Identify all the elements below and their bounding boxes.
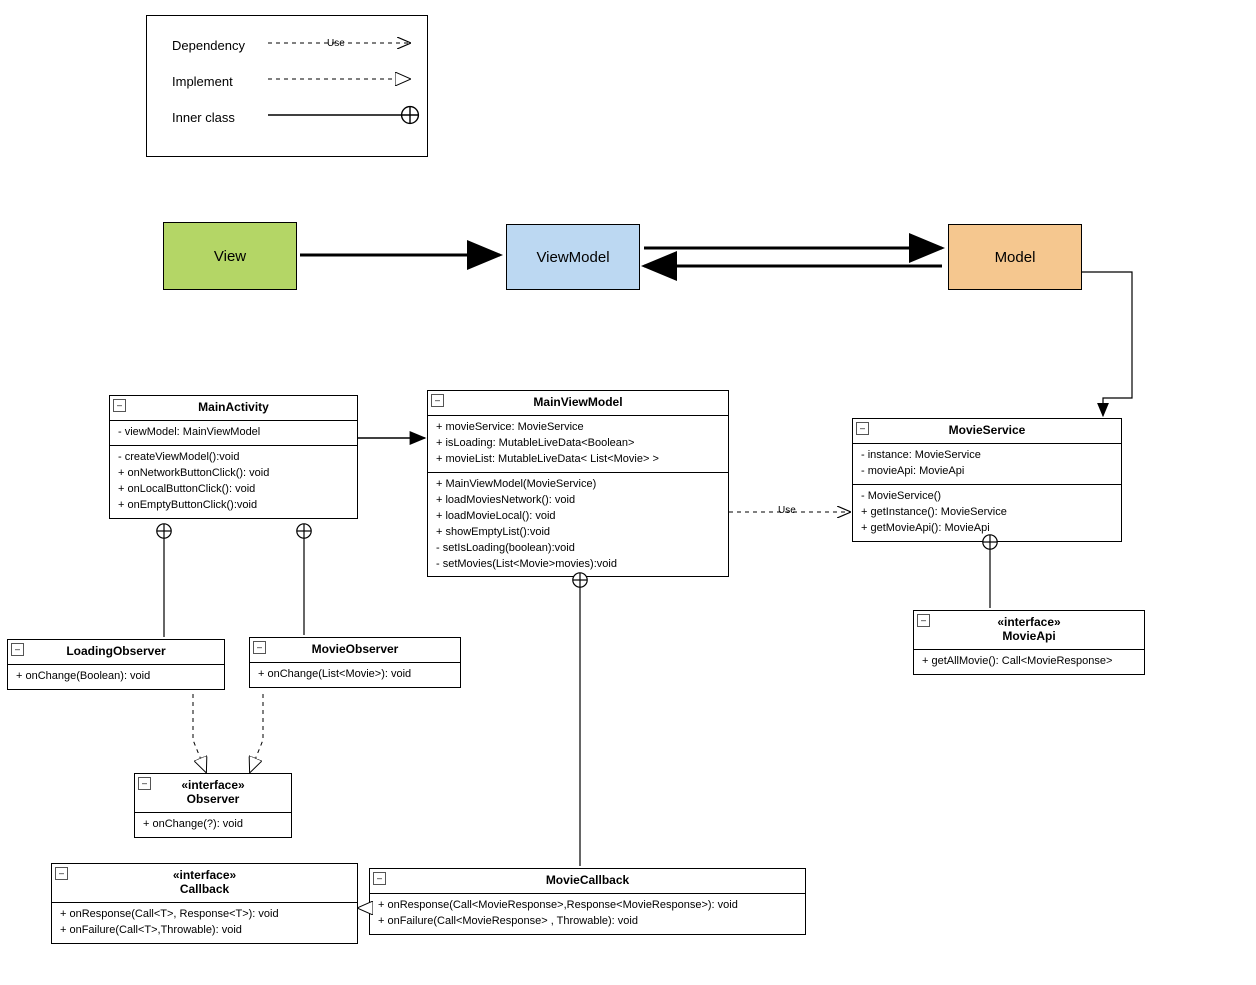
collapse-icon[interactable]: – (113, 399, 126, 412)
legend-implement-label: Implement (172, 74, 233, 89)
collapse-icon[interactable]: – (917, 614, 930, 627)
class-observer-ops: + onChange(?): void (135, 813, 291, 837)
class-movieapi-name: MovieApi (1002, 629, 1055, 643)
mvvm-viewmodel-label: ViewModel (536, 249, 609, 266)
class-movieapi-ops: + getAllMovie(): Call<MovieResponse> (914, 650, 1144, 674)
class-moviecallback-name: MovieCallback (546, 873, 629, 887)
class-mainviewmodel-name: MainViewModel (533, 395, 622, 409)
class-callback-stereo: «interface» (173, 868, 236, 882)
class-loadingobserver: – LoadingObserver + onChange(Boolean): v… (7, 639, 225, 690)
arrow-model-to-service (1082, 272, 1132, 416)
mvvm-view-box: View (163, 222, 297, 290)
mvvm-model-label: Model (995, 249, 1036, 266)
collapse-icon[interactable]: – (55, 867, 68, 880)
class-movieservice: – MovieService - instance: MovieService … (852, 418, 1122, 542)
legend-innerclass: Inner class (172, 110, 235, 125)
class-movieobserver-ops: + onChange(List<Movie>): void (250, 663, 460, 687)
collapse-icon[interactable]: – (138, 777, 151, 790)
class-moviecallback: – MovieCallback + onResponse(Call<MovieR… (369, 868, 806, 935)
class-callback-ops: + onResponse(Call<T>, Response<T>): void… (52, 903, 357, 943)
class-mainviewmodel: – MainViewModel + movieService: MovieSer… (427, 390, 729, 577)
class-mainactivity-name: MainActivity (198, 400, 269, 414)
impl-movie-observer (250, 694, 263, 772)
class-movieobserver-name: MovieObserver (312, 642, 399, 656)
class-mainviewmodel-attrs: + movieService: MovieService + isLoading… (428, 416, 728, 473)
mvvm-model-box: Model (948, 224, 1082, 290)
use-label-vm-service: Use (776, 505, 798, 516)
class-mainactivity: – MainActivity - viewModel: MainViewMode… (109, 395, 358, 519)
legend-dependency: Dependency (172, 38, 245, 53)
mvvm-viewmodel-box: ViewModel (506, 224, 640, 290)
class-mainactivity-attrs: - viewModel: MainViewModel (110, 421, 357, 446)
class-movieobserver: – MovieObserver + onChange(List<Movie>):… (249, 637, 461, 688)
legend-box: Dependency Implement Inner class (146, 15, 428, 157)
legend-dependency-label: Dependency (172, 38, 245, 53)
class-moviecallback-ops: + onResponse(Call<MovieResponse>,Respons… (370, 894, 805, 934)
class-movieapi-stereo: «interface» (997, 615, 1060, 629)
class-movieservice-ops: - MovieService() + getInstance(): MovieS… (853, 485, 1121, 541)
collapse-icon[interactable]: – (11, 643, 24, 656)
class-mainviewmodel-ops: + MainViewModel(MovieService) + loadMovi… (428, 473, 728, 577)
legend-innerclass-label: Inner class (172, 110, 235, 125)
class-loadingobserver-ops: + onChange(Boolean): void (8, 665, 224, 689)
collapse-icon[interactable]: – (253, 641, 266, 654)
collapse-icon[interactable]: – (431, 394, 444, 407)
class-callback: – «interface» Callback + onResponse(Call… (51, 863, 358, 944)
class-observer-stereo: «interface» (181, 778, 244, 792)
legend-implement: Implement (172, 74, 233, 89)
class-movieservice-attrs: - instance: MovieService - movieApi: Mov… (853, 444, 1121, 485)
class-observer: – «interface» Observer + onChange(?): vo… (134, 773, 292, 838)
collapse-icon[interactable]: – (856, 422, 869, 435)
class-movieservice-name: MovieService (949, 423, 1026, 437)
class-mainactivity-ops: - createViewModel():void + onNetworkButt… (110, 446, 357, 518)
class-movieapi: – «interface» MovieApi + getAllMovie(): … (913, 610, 1145, 675)
collapse-icon[interactable]: – (373, 872, 386, 885)
class-callback-name: Callback (180, 882, 229, 896)
impl-loading-observer (193, 694, 206, 772)
mvvm-view-label: View (214, 248, 246, 265)
class-observer-name: Observer (187, 792, 240, 806)
legend-use-label: Use (325, 38, 347, 49)
class-loadingobserver-name: LoadingObserver (66, 644, 165, 658)
